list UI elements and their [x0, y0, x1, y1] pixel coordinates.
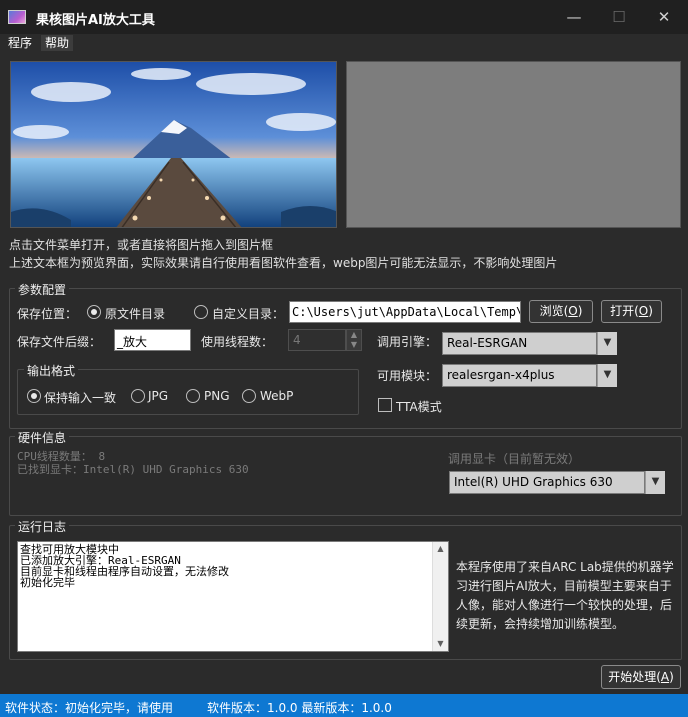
tta-label[interactable]: TTA模式	[396, 398, 442, 415]
save-location-label: 保存位置：	[17, 307, 78, 321]
status-version: 软件版本：1.0.0 最新版本：1.0.0	[207, 701, 392, 715]
log-group-title: 运行日志	[15, 518, 70, 535]
menu-help[interactable]: 帮助	[41, 35, 74, 51]
threads-stepper[interactable]: ▲ ▼	[346, 329, 362, 351]
start-button-key: A	[660, 670, 670, 684]
scroll-up-icon[interactable]: ▲	[433, 542, 448, 556]
gpu-select-label: 调用显卡（目前暂无效）	[448, 452, 581, 466]
browse-button-end: )	[577, 304, 583, 318]
hardware-group-title: 硬件信息	[15, 429, 70, 446]
scroll-down-icon[interactable]: ▼	[433, 637, 448, 651]
radio-custom-dir-label[interactable]: 自定义目录：	[212, 305, 284, 322]
output-format-title: 输出格式	[24, 362, 79, 379]
open-button-label: 打开(	[610, 304, 639, 318]
close-button[interactable]: ✕	[642, 6, 686, 30]
radio-format-png[interactable]	[186, 389, 200, 403]
log-scrollbar[interactable]: ▲ ▼	[432, 542, 448, 651]
hint-line-1: 点击文件菜单打开，或者直接将图片拖入到图片框	[9, 238, 274, 252]
start-button-label: 开始处理(	[608, 670, 661, 684]
engine-select[interactable]: Real-ESRGAN	[442, 332, 597, 355]
threads-label: 使用线程数：	[201, 335, 274, 349]
landscape-image	[11, 62, 336, 227]
radio-custom-dir[interactable]	[194, 305, 208, 319]
chevron-down-icon[interactable]: ▼	[645, 471, 665, 494]
browse-button[interactable]: 浏览(O)	[529, 300, 593, 323]
result-image-preview[interactable]	[346, 61, 681, 228]
log-textbox[interactable]: 查找可用放大模块中 已添加放大引擎：Real-ESRGAN 目前显卡和线程由程序…	[17, 541, 449, 652]
app-icon	[8, 10, 26, 24]
gpu-select[interactable]: Intel(R) UHD Graphics 630	[449, 471, 645, 494]
custom-dir-input[interactable]: C:\Users\jut\AppData\Local\Temp\360z	[289, 301, 521, 323]
source-image-preview[interactable]	[10, 61, 337, 228]
radio-format-jpg[interactable]	[131, 389, 145, 403]
engine-label: 调用引擎：	[377, 335, 438, 349]
chevron-down-icon[interactable]: ▼	[597, 332, 617, 355]
radio-format-webp[interactable]	[242, 389, 256, 403]
radio-format-jpg-label[interactable]: JPG	[148, 389, 168, 403]
radio-format-png-label[interactable]: PNG	[204, 389, 230, 403]
log-line: 目前显卡和线程由程序自动设置，无法修改	[20, 565, 229, 578]
hint-line-2: 上述文本框为预览界面，实际效果请自行使用看图软件查看，webp图片可能无法显示，…	[9, 256, 558, 270]
minimize-button[interactable]: —	[552, 6, 596, 30]
browse-button-label: 浏览(	[539, 304, 569, 318]
open-button[interactable]: 打开(O)	[601, 300, 662, 323]
status-state: 软件状态：初始化完毕，请使用	[5, 701, 174, 715]
threads-spinbox[interactable]: 4	[288, 329, 346, 351]
start-button-end: )	[669, 670, 674, 684]
browse-button-key: O	[568, 304, 578, 318]
start-process-button[interactable]: 开始处理(A)	[601, 665, 681, 689]
open-button-key: O	[638, 304, 649, 318]
log-line: 初始化完毕	[20, 576, 75, 589]
radio-original-dir[interactable]	[87, 305, 101, 319]
open-button-end: )	[648, 304, 653, 318]
suffix-label: 保存文件后缀：	[17, 335, 102, 349]
params-group-title: 参数配置	[15, 281, 70, 298]
maximize-button[interactable]: ☐	[597, 6, 641, 30]
radio-format-keep-label[interactable]: 保持输入一致	[44, 389, 116, 406]
suffix-input[interactable]: _放大	[114, 329, 191, 351]
tta-checkbox[interactable]	[378, 398, 392, 412]
radio-format-keep[interactable]	[27, 389, 41, 403]
menu-bar	[0, 34, 688, 52]
program-description: 本程序使用了来自ARC Lab提供的机器学习进行图片AI放大，目前模型主要来自于…	[456, 560, 674, 631]
model-label: 可用模块：	[377, 369, 438, 383]
gpu-found-text: 已找到显卡：Intel(R) UHD Graphics 630	[17, 463, 249, 476]
chevron-down-icon[interactable]: ▼	[597, 364, 617, 387]
menu-program[interactable]: 程序	[4, 35, 36, 51]
radio-original-dir-label[interactable]: 原文件目录	[105, 305, 165, 322]
radio-format-webp-label[interactable]: WebP	[260, 389, 293, 403]
model-select[interactable]: realesrgan-x4plus	[442, 364, 597, 387]
window-title: 果核图片AI放大工具	[36, 13, 155, 28]
